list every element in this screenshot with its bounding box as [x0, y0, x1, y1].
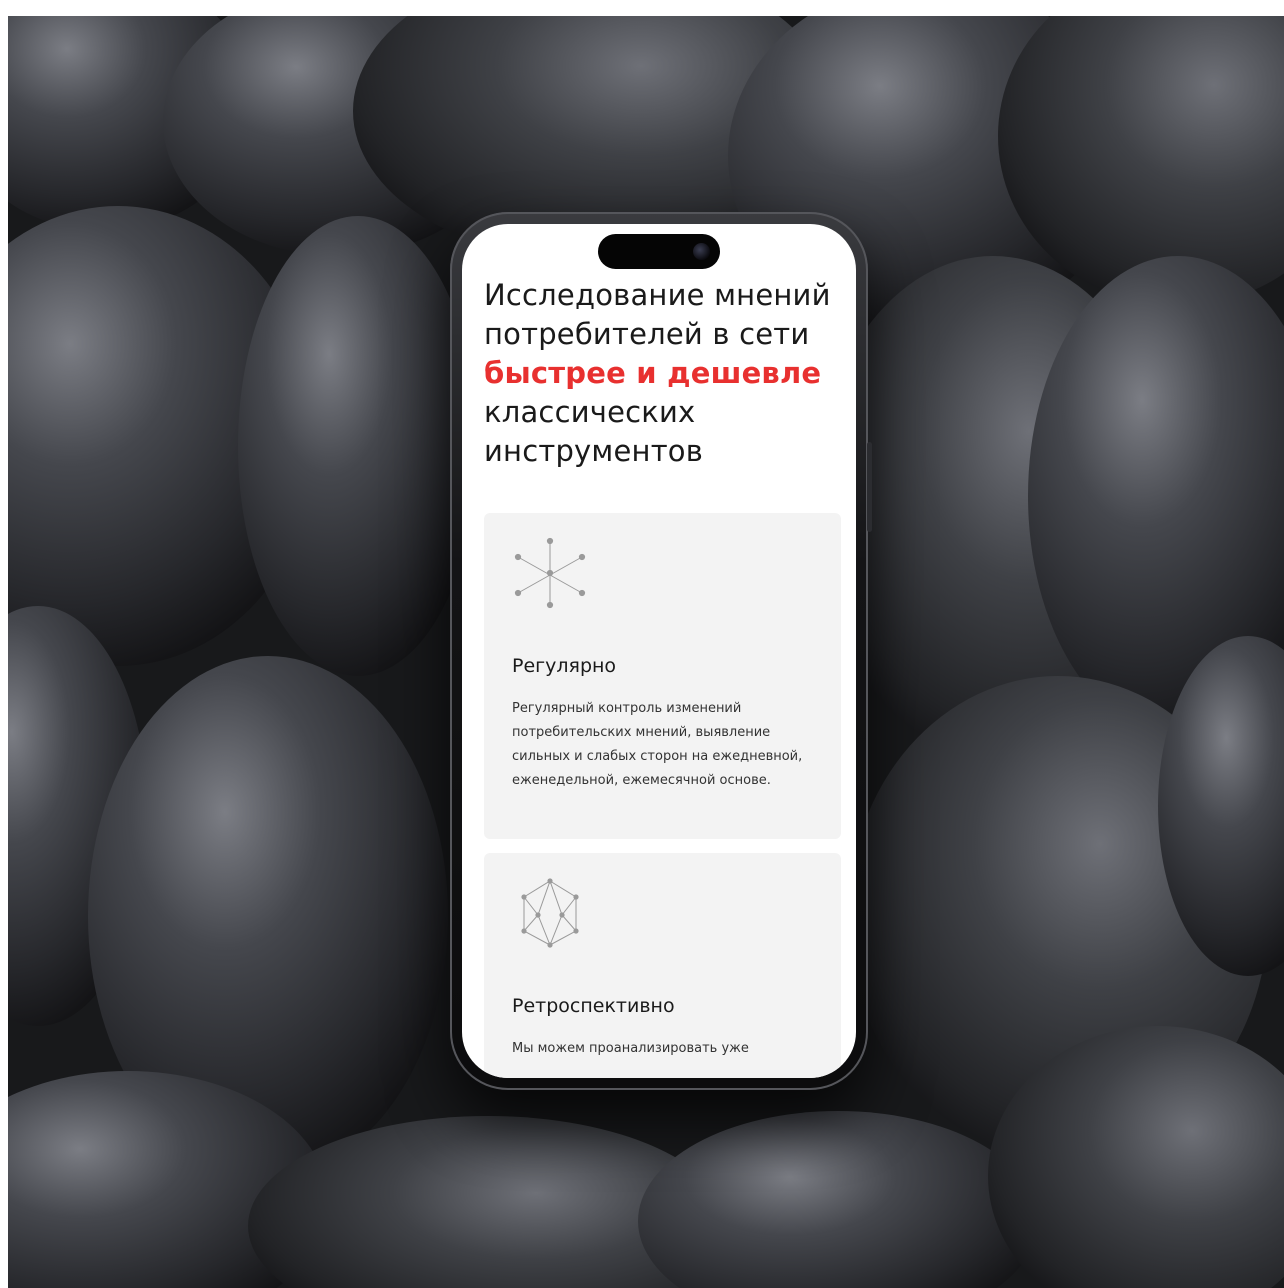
front-camera-icon	[693, 243, 710, 260]
headline-line-4: классических	[484, 395, 696, 429]
hero-headline: Исследование мнений потребителей в сети …	[484, 276, 844, 471]
card-text-retrospective: Мы можем проанализировать уже	[512, 1041, 749, 1056]
headline-accent: быстрее и дешевле	[484, 356, 822, 390]
card-title-regular: Регулярно	[512, 655, 617, 677]
page-content: Исследование мнений потребителей в сети …	[484, 276, 844, 1078]
smartphone-mockup: Исследование мнений потребителей в сети …	[450, 212, 872, 1090]
phone-side-button	[867, 442, 872, 532]
headline-line-1: Исследование мнений	[484, 278, 831, 312]
feature-card-retrospective[interactable]: Ретроспективно Мы можем проанализировать…	[484, 853, 841, 1078]
card-title-retrospective: Ретроспективно	[512, 995, 675, 1017]
phone-screen: Исследование мнений потребителей в сети …	[462, 224, 856, 1078]
headline-line-2: потребителей в сети	[484, 317, 810, 351]
card-text-regular: Регулярный контроль изменений потребител…	[512, 701, 803, 788]
dynamic-island	[598, 234, 720, 269]
asterisk-network-icon	[514, 537, 586, 609]
hexagon-network-icon	[521, 878, 579, 948]
feature-card-regular[interactable]: Регулярно Регулярный контроль изменений …	[484, 513, 841, 839]
headline-line-5: инструментов	[484, 434, 704, 468]
